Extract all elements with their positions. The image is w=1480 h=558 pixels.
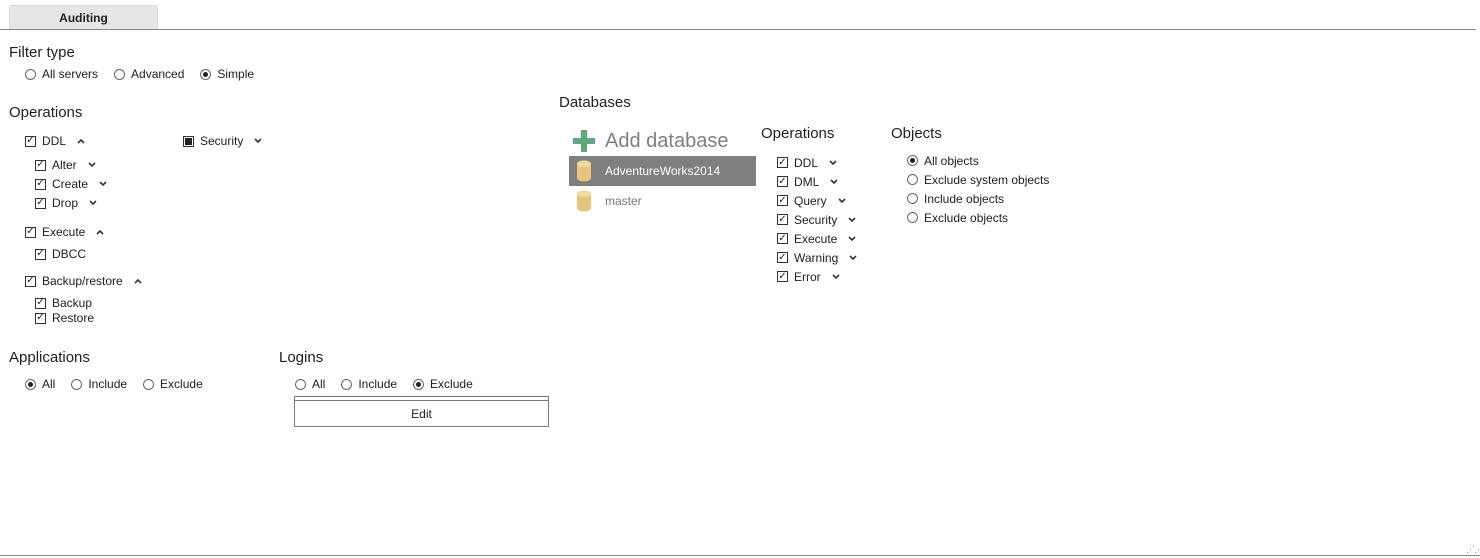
checkbox-checked-icon[interactable]: ✓	[777, 252, 788, 263]
database-item-master[interactable]: master	[569, 186, 756, 216]
bottom-border	[0, 555, 1480, 556]
tab-auditing[interactable]: Auditing	[9, 5, 158, 29]
logins-group: All Include Exclude	[295, 375, 489, 393]
op-backup-restore[interactable]: ✓ Backup/restore	[25, 272, 143, 290]
op-restore[interactable]: ✓ Restore	[35, 309, 94, 327]
plus-icon	[573, 130, 595, 152]
chevron-down-icon[interactable]	[87, 160, 97, 170]
checkbox-partial-icon[interactable]	[183, 135, 194, 147]
resize-grip-icon[interactable]: ⋰⋰	[1466, 544, 1480, 554]
radio-icon[interactable]	[25, 68, 36, 80]
chevron-down-icon[interactable]	[848, 253, 858, 263]
radio-icon[interactable]	[907, 212, 918, 223]
op-execute-dbcc[interactable]: ✓ DBCC	[35, 245, 86, 263]
db-op-ddl[interactable]: ✓ DDL	[777, 153, 858, 172]
applications-include[interactable]: Include	[71, 377, 127, 391]
checkbox-checked-icon[interactable]: ✓	[35, 297, 46, 309]
db-op-warning[interactable]: ✓ Warning	[777, 248, 858, 267]
database-list: AdventureWorks2014 master	[569, 156, 756, 216]
radio-icon[interactable]	[907, 174, 918, 185]
checkbox-checked-icon[interactable]: ✓	[35, 248, 46, 260]
radio-icon[interactable]	[114, 68, 126, 80]
checkbox-checked-icon[interactable]: ✓	[777, 214, 788, 225]
db-op-query[interactable]: ✓ Query	[777, 191, 858, 210]
checkbox-checked-icon[interactable]: ✓	[777, 271, 788, 282]
checkbox-checked-icon[interactable]: ✓	[25, 275, 36, 287]
logins-exclude[interactable]: Exclude	[413, 377, 473, 391]
operations-title: Operations	[9, 104, 83, 121]
op-ddl-create[interactable]: ✓ Create	[35, 175, 108, 193]
radio-icon[interactable]	[71, 378, 83, 390]
chevron-up-icon[interactable]	[76, 136, 86, 146]
chevron-down-icon[interactable]	[253, 136, 263, 146]
radio-icon[interactable]	[143, 378, 155, 390]
checkbox-checked-icon[interactable]: ✓	[777, 233, 788, 244]
db-operations-title: Operations	[761, 125, 835, 142]
checkbox-checked-icon[interactable]: ✓	[25, 226, 36, 238]
chevron-down-icon[interactable]	[847, 215, 857, 225]
applications-all[interactable]: All	[25, 377, 55, 391]
radio-icon[interactable]	[295, 378, 306, 390]
objects-all[interactable]: All objects	[907, 151, 1049, 170]
applications-exclude[interactable]: Exclude	[143, 377, 203, 391]
objects-group: All objects Exclude system objects Inclu…	[907, 151, 1049, 227]
chevron-down-icon[interactable]	[829, 177, 839, 187]
chevron-up-icon[interactable]	[133, 276, 143, 286]
checkbox-checked-icon[interactable]: ✓	[777, 176, 788, 187]
logins-title: Logins	[279, 349, 324, 366]
chevron-down-icon[interactable]	[98, 179, 108, 189]
objects-exclude[interactable]: Exclude objects	[907, 208, 1049, 227]
checkbox-checked-icon[interactable]: ✓	[35, 312, 46, 324]
db-op-security[interactable]: ✓ Security	[777, 210, 858, 229]
db-operations-list: ✓ DDL ✓ DML ✓ Query ✓ Security ✓ Execute ✓ War…	[777, 153, 858, 286]
chevron-down-icon[interactable]	[831, 272, 841, 282]
chevron-down-icon[interactable]	[847, 234, 857, 244]
add-database-button[interactable]: Add database	[569, 127, 728, 155]
radio-selected-icon[interactable]	[413, 378, 425, 390]
radio-icon[interactable]	[341, 378, 353, 390]
filter-type-all-servers[interactable]: All servers	[25, 67, 98, 81]
databases-title: Databases	[559, 94, 631, 111]
chevron-up-icon[interactable]	[95, 227, 105, 237]
database-item-adventureworks[interactable]: AdventureWorks2014	[569, 156, 756, 186]
op-security[interactable]: Security	[183, 132, 263, 150]
logins-include[interactable]: Include	[341, 377, 397, 391]
radio-selected-icon[interactable]	[907, 155, 918, 166]
objects-exclude-system[interactable]: Exclude system objects	[907, 170, 1049, 189]
applications-group: All Include Exclude	[25, 375, 219, 393]
db-op-dml[interactable]: ✓ DML	[777, 172, 858, 191]
op-ddl[interactable]: ✓ DDL	[25, 132, 86, 150]
tab-divider	[0, 29, 1476, 30]
database-icon	[577, 160, 591, 182]
radio-selected-icon[interactable]	[200, 68, 212, 80]
logins-all[interactable]: All	[295, 377, 325, 391]
checkbox-checked-icon[interactable]: ✓	[777, 195, 788, 206]
checkbox-checked-icon[interactable]: ✓	[35, 197, 46, 209]
db-op-error[interactable]: ✓ Error	[777, 267, 858, 286]
chevron-down-icon[interactable]	[88, 198, 98, 208]
objects-include[interactable]: Include objects	[907, 189, 1049, 208]
checkbox-checked-icon[interactable]: ✓	[25, 135, 36, 147]
filter-type-advanced[interactable]: Advanced	[114, 67, 184, 81]
checkbox-checked-icon[interactable]: ✓	[35, 159, 46, 171]
filter-type-simple[interactable]: Simple	[200, 67, 254, 81]
op-execute[interactable]: ✓ Execute	[25, 223, 105, 241]
database-icon	[577, 190, 591, 212]
checkbox-checked-icon[interactable]: ✓	[35, 178, 46, 190]
checkbox-checked-icon[interactable]: ✓	[777, 157, 788, 168]
chevron-down-icon[interactable]	[828, 158, 838, 168]
filter-type-title: Filter type	[9, 44, 75, 61]
objects-title: Objects	[891, 125, 942, 142]
filter-type-group: All servers Advanced Simple	[25, 65, 270, 83]
op-ddl-drop[interactable]: ✓ Drop	[35, 194, 98, 212]
db-op-execute[interactable]: ✓ Execute	[777, 229, 858, 248]
op-ddl-alter[interactable]: ✓ Alter	[35, 156, 97, 174]
edit-button[interactable]: Edit	[295, 400, 548, 426]
logins-edit-box: Edit	[294, 396, 549, 427]
applications-title: Applications	[9, 349, 90, 366]
radio-selected-icon[interactable]	[25, 378, 36, 390]
radio-icon[interactable]	[907, 193, 918, 204]
chevron-down-icon[interactable]	[837, 196, 847, 206]
